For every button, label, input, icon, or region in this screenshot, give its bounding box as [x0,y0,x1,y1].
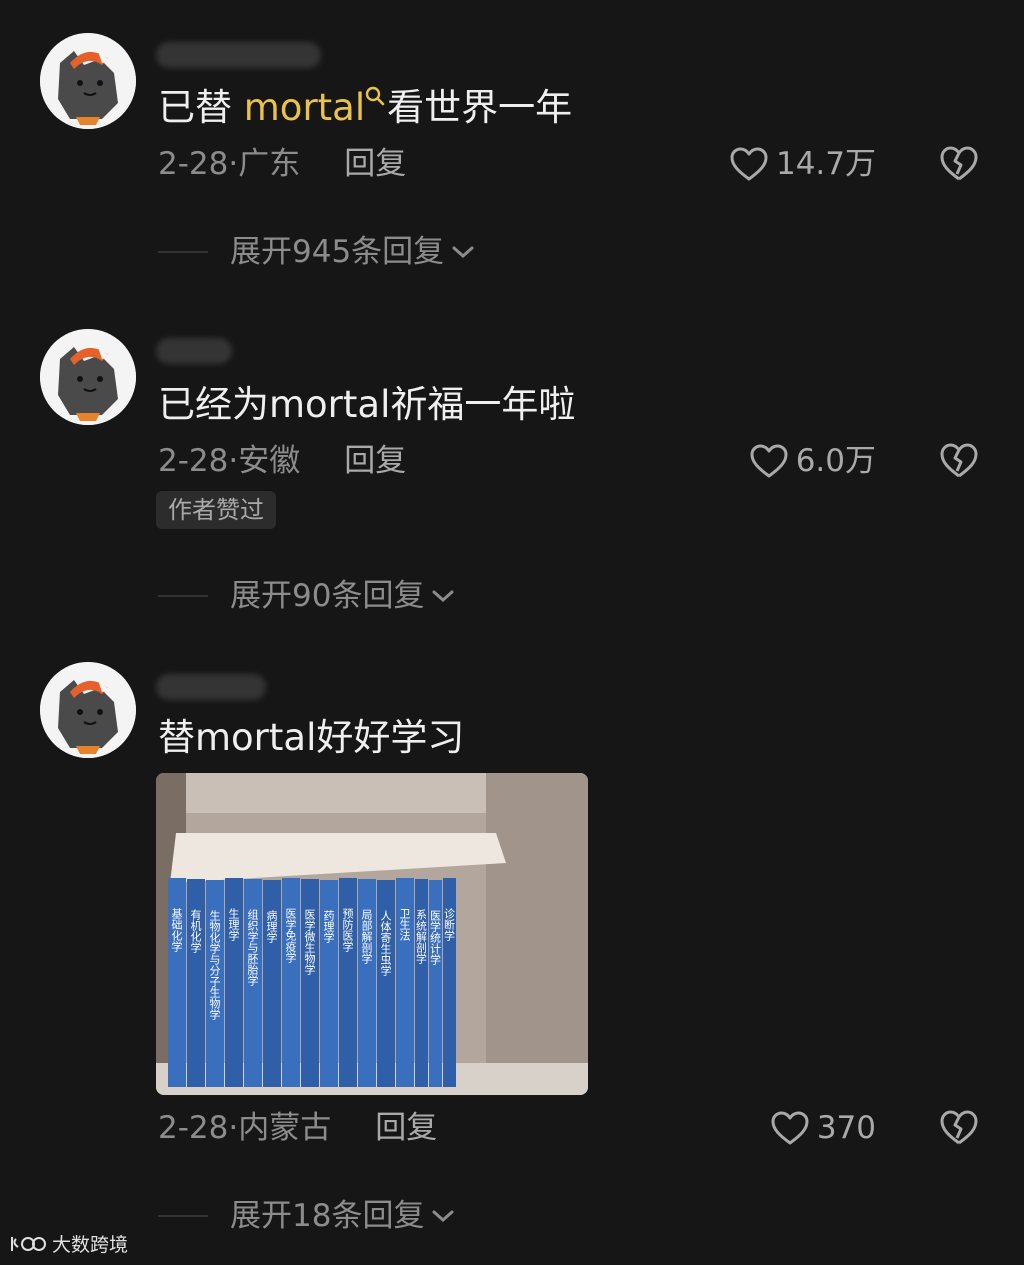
heart-outline-icon [771,1111,809,1145]
watermark-logo-icon [11,1236,46,1251]
book-title: 生理学 [227,907,240,941]
reply-button[interactable]: 回复 [344,443,406,479]
book-title: 卫生法 [398,908,411,941]
username-blurred[interactable] [156,42,321,68]
comment-date: 2-28 [158,146,229,182]
comment-image[interactable]: 基础化学 有机化学 生物化学与分子生物学 生理学 组织学与胚胎学 病理学 医学免疫学 医学微生… [156,773,588,1095]
author-liked-badge: 作者赞过 [156,491,276,529]
comment-date: 2-28 [158,1110,229,1146]
book-title: 药理学 [322,910,335,943]
avatar-image [40,329,136,425]
comment-text: 替mortal好好学习 [158,716,465,759]
book-title: 有机化学 [189,908,202,953]
comment-text: 已经为mortal祈福一年啦 [158,383,576,426]
comment-text-before: 已替 [158,86,244,129]
book-title: 医学微生物学 [303,909,316,975]
comment-location: 安徽 [238,443,301,479]
chevron-down-icon [432,1210,454,1223]
comment-text-after: 看世界一年 [387,86,573,129]
book-title: 预防医学 [341,908,354,952]
avatar[interactable] [40,329,136,425]
avatar-image [40,662,136,758]
heart-outline-icon [750,444,788,478]
like-button[interactable]: 14.7万 [728,144,876,184]
book-title: 组织学与胚胎学 [246,908,259,986]
reply-button[interactable]: 回复 [375,1110,437,1146]
expand-replies-button[interactable]: 展开945条回复 [158,232,476,272]
book-title: 医学统计学 [429,910,442,965]
expand-label: 展开945条回复 [230,234,445,270]
comment-meta: 2-28·安徽 回复 [158,443,407,479]
expand-label: 展开18条回复 [230,1198,425,1234]
like-button[interactable]: 370 [769,1108,876,1148]
chevron-down-icon [432,590,454,603]
keyword-link[interactable]: mortal [244,86,387,129]
username-blurred[interactable] [156,338,232,364]
book-title: 基础化学 [170,908,183,952]
heart-outline-icon [730,147,768,181]
book-title: 生物化学与分子生物学 [208,909,221,1020]
book-title: 系统解剖学 [415,909,428,964]
book-title: 病理学 [265,909,278,943]
broken-heart-icon[interactable] [938,144,980,184]
watermark: 大数跨境 [8,1230,128,1257]
comment-date: 2-28 [158,443,229,479]
avatar[interactable] [40,33,136,129]
comment-location: 广东 [238,146,301,182]
like-button[interactable]: 6.0万 [748,441,876,481]
divider-line [158,251,208,253]
comment-location: 内蒙古 [238,1110,332,1146]
like-count: 14.7万 [775,146,876,182]
book-title: 局部解剖学 [360,909,373,964]
chevron-down-icon [452,246,474,259]
keyword-text: mortal [243,86,366,129]
broken-heart-icon[interactable] [938,441,980,481]
expand-replies-button[interactable]: 展开18条回复 [158,1196,456,1236]
avatar-image [40,33,136,129]
expand-label: 展开90条回复 [230,578,425,614]
comment-text: 已替 mortal 看世界一年 [158,86,572,130]
book-title: 诊断学 [443,907,456,941]
comment-meta: 2-28·广东 回复 [158,146,407,182]
divider-line [158,1215,208,1217]
like-count: 370 [816,1110,876,1146]
divider-line [158,595,208,597]
like-count: 6.0万 [795,443,876,479]
avatar[interactable] [40,662,136,758]
watermark-text: 大数跨境 [52,1234,129,1256]
broken-heart-icon[interactable] [938,1108,980,1148]
book-title: 医学免疫学 [284,908,297,963]
bookshelf-photo: 基础化学 有机化学 生物化学与分子生物学 生理学 组织学与胚胎学 病理学 医学免疫学 医学微生… [156,773,588,1095]
reply-button[interactable]: 回复 [344,146,406,182]
username-blurred[interactable] [156,674,266,700]
search-icon [365,86,385,106]
book-title: 人体寄生虫学 [379,910,392,976]
comment-meta: 2-28·内蒙古 回复 [158,1110,438,1146]
expand-replies-button[interactable]: 展开90条回复 [158,576,456,616]
